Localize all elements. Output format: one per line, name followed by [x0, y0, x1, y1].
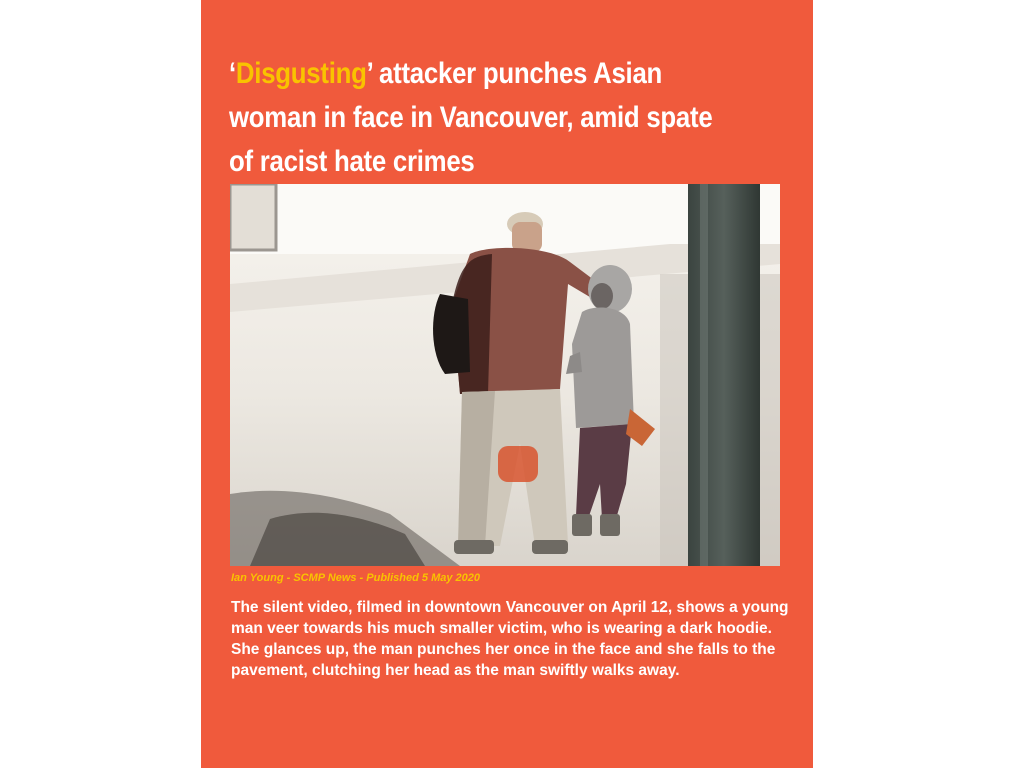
photo-credit: Ian Young - SCMP News - Published 5 May … [231, 572, 480, 584]
article-body: The silent video, filmed in downtown Van… [231, 599, 789, 679]
lamp-pole [688, 184, 760, 566]
headline: ‘Disgusting’ attacker punches Asian woma… [229, 52, 719, 184]
news-photo [230, 184, 780, 566]
headline-quote-open: ‘ [229, 57, 236, 90]
headline-accent-word: Disgusting [235, 57, 367, 90]
article-card: ‘Disgusting’ attacker punches Asian woma… [201, 0, 813, 768]
street-scene-illustration [230, 184, 780, 566]
